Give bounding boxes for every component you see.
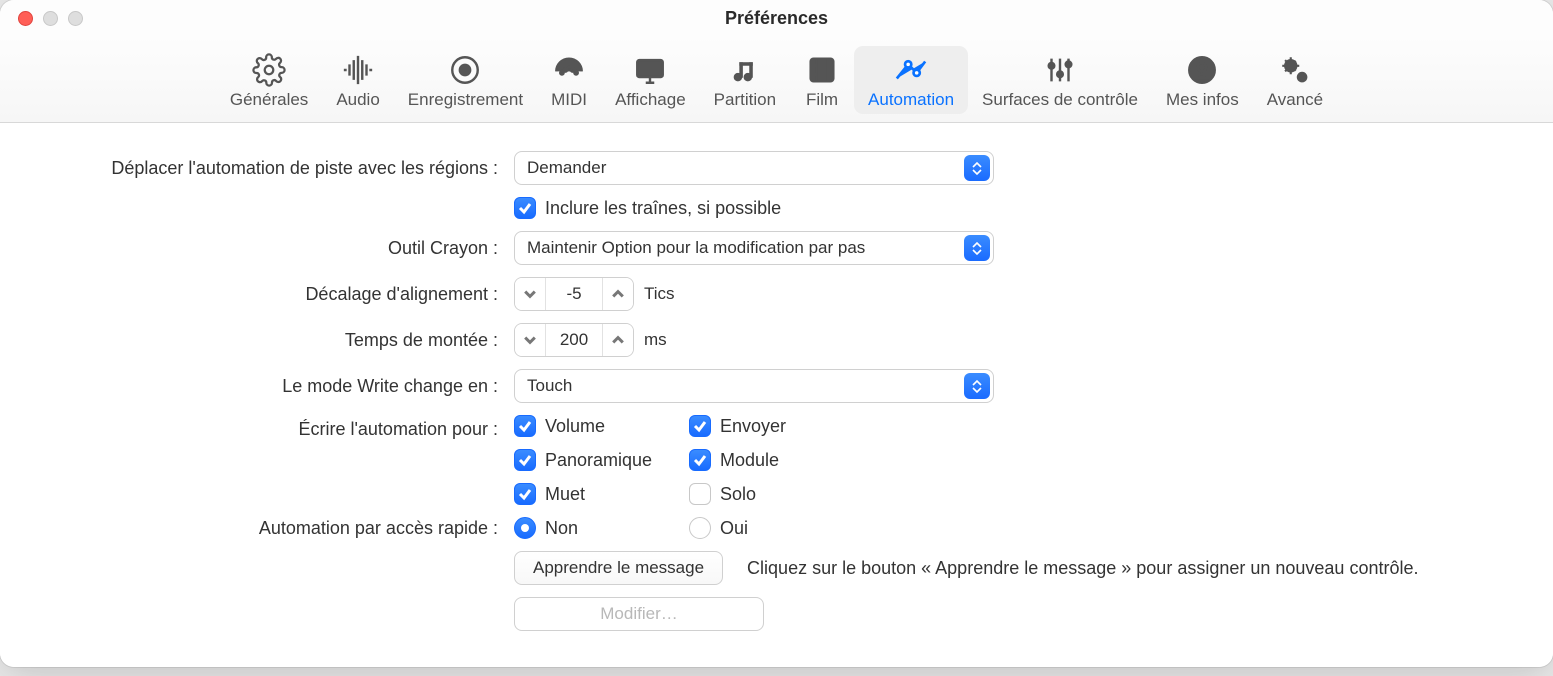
chevrons-icon <box>964 155 990 181</box>
tab-mesinfos[interactable]: Mes infos <box>1152 46 1253 114</box>
write-automation-label: Écrire l'automation pour : <box>28 415 498 440</box>
profile-icon <box>1184 52 1220 88</box>
waveform-icon <box>340 52 376 88</box>
checkbox-label: Module <box>720 450 779 471</box>
checkbox-label: Muet <box>545 484 585 505</box>
tab-affichage[interactable]: Affichage <box>601 46 700 114</box>
tab-audio[interactable]: Audio <box>322 46 393 114</box>
window-minimize-button[interactable] <box>43 11 58 26</box>
chevrons-icon <box>964 373 990 399</box>
checkbox-label: Volume <box>545 416 605 437</box>
tab-surfaces[interactable]: Surfaces de contrôle <box>968 46 1152 114</box>
tab-partition[interactable]: Partition <box>700 46 790 114</box>
tab-label: Automation <box>868 90 954 110</box>
tab-film[interactable]: Film <box>790 46 854 114</box>
tab-label: Enregistrement <box>408 90 523 110</box>
stepper-value: -5 <box>545 278 603 310</box>
checkbox-label: Solo <box>720 484 756 505</box>
record-icon <box>447 52 483 88</box>
film-icon <box>804 52 840 88</box>
stepper-up[interactable] <box>603 278 633 310</box>
content-area: Déplacer l'automation de piste avec les … <box>0 123 1553 667</box>
window-title: Préférences <box>0 8 1553 29</box>
tab-label: Affichage <box>615 90 686 110</box>
ramp-time-stepper[interactable]: 200 <box>514 323 634 357</box>
quick-access-label: Automation par accès rapide : <box>28 518 498 539</box>
tab-label: Film <box>806 90 838 110</box>
checkbox-label: Envoyer <box>720 416 786 437</box>
checkbox-label: Panoramique <box>545 450 652 471</box>
midi-icon <box>551 52 587 88</box>
write-mode-select[interactable]: Touch <box>514 369 994 403</box>
send-checkbox[interactable]: Envoyer <box>689 415 889 437</box>
gears-icon <box>1277 52 1313 88</box>
pan-checkbox[interactable]: Panoramique <box>514 449 689 471</box>
stepper-up[interactable] <box>603 324 633 356</box>
mute-checkbox[interactable]: Muet <box>514 483 689 505</box>
titlebar: Préférences <box>0 0 1553 36</box>
learn-message-button[interactable]: Apprendre le message <box>514 551 723 585</box>
pencil-tool-select[interactable]: Maintenir Option pour la modification pa… <box>514 231 994 265</box>
quick-access-yes-radio[interactable]: Oui <box>689 517 889 539</box>
window-close-button[interactable] <box>18 11 33 26</box>
edit-button: Modifier… <box>514 597 764 631</box>
plugin-checkbox[interactable]: Module <box>689 449 889 471</box>
move-automation-select[interactable]: Demander <box>514 151 994 185</box>
stepper-value: 200 <box>545 324 603 356</box>
radio-label: Oui <box>720 518 748 539</box>
radio-label: Non <box>545 518 578 539</box>
notes-icon <box>727 52 763 88</box>
stepper-down[interactable] <box>515 278 545 310</box>
tab-label: Générales <box>230 90 308 110</box>
ramp-time-label: Temps de montée : <box>28 330 498 351</box>
pencil-tool-label: Outil Crayon : <box>28 238 498 259</box>
ramp-unit: ms <box>644 330 667 350</box>
include-trails-checkbox[interactable]: Inclure les traînes, si possible <box>514 197 781 219</box>
button-label: Apprendre le message <box>533 558 704 578</box>
display-icon <box>632 52 668 88</box>
window-zoom-button[interactable] <box>68 11 83 26</box>
chevrons-icon <box>964 235 990 261</box>
tab-label: Audio <box>336 90 379 110</box>
gear-icon <box>251 52 287 88</box>
tab-automation[interactable]: Automation <box>854 46 968 114</box>
tab-generales[interactable]: Générales <box>216 46 322 114</box>
snap-offset-label: Décalage d'alignement : <box>28 284 498 305</box>
tab-label: Partition <box>714 90 776 110</box>
toolbar: Générales Audio Enregistrement MIDI Affi… <box>0 36 1553 123</box>
checkbox-label: Inclure les traînes, si possible <box>545 198 781 219</box>
tab-label: MIDI <box>551 90 587 110</box>
tab-enregistrement[interactable]: Enregistrement <box>394 46 537 114</box>
learn-hint-text: Cliquez sur le bouton « Apprendre le mes… <box>747 558 1418 579</box>
button-label: Modifier… <box>600 604 677 624</box>
volume-checkbox[interactable]: Volume <box>514 415 689 437</box>
snap-unit: Tics <box>644 284 675 304</box>
move-automation-label: Déplacer l'automation de piste avec les … <box>28 158 498 179</box>
solo-checkbox[interactable]: Solo <box>689 483 889 505</box>
tab-midi[interactable]: MIDI <box>537 46 601 114</box>
select-value: Maintenir Option pour la modification pa… <box>527 238 865 258</box>
automation-icon <box>893 52 929 88</box>
tab-avance[interactable]: Avancé <box>1253 46 1337 114</box>
preferences-window: Préférences Générales Audio Enregistreme… <box>0 0 1553 667</box>
traffic-lights <box>0 11 83 26</box>
tab-label: Mes infos <box>1166 90 1239 110</box>
tab-label: Avancé <box>1267 90 1323 110</box>
select-value: Touch <box>527 376 572 396</box>
select-value: Demander <box>527 158 606 178</box>
snap-offset-stepper[interactable]: -5 <box>514 277 634 311</box>
write-mode-label: Le mode Write change en : <box>28 376 498 397</box>
quick-access-no-radio[interactable]: Non <box>514 517 689 539</box>
stepper-down[interactable] <box>515 324 545 356</box>
tab-label: Surfaces de contrôle <box>982 90 1138 110</box>
sliders-icon <box>1042 52 1078 88</box>
